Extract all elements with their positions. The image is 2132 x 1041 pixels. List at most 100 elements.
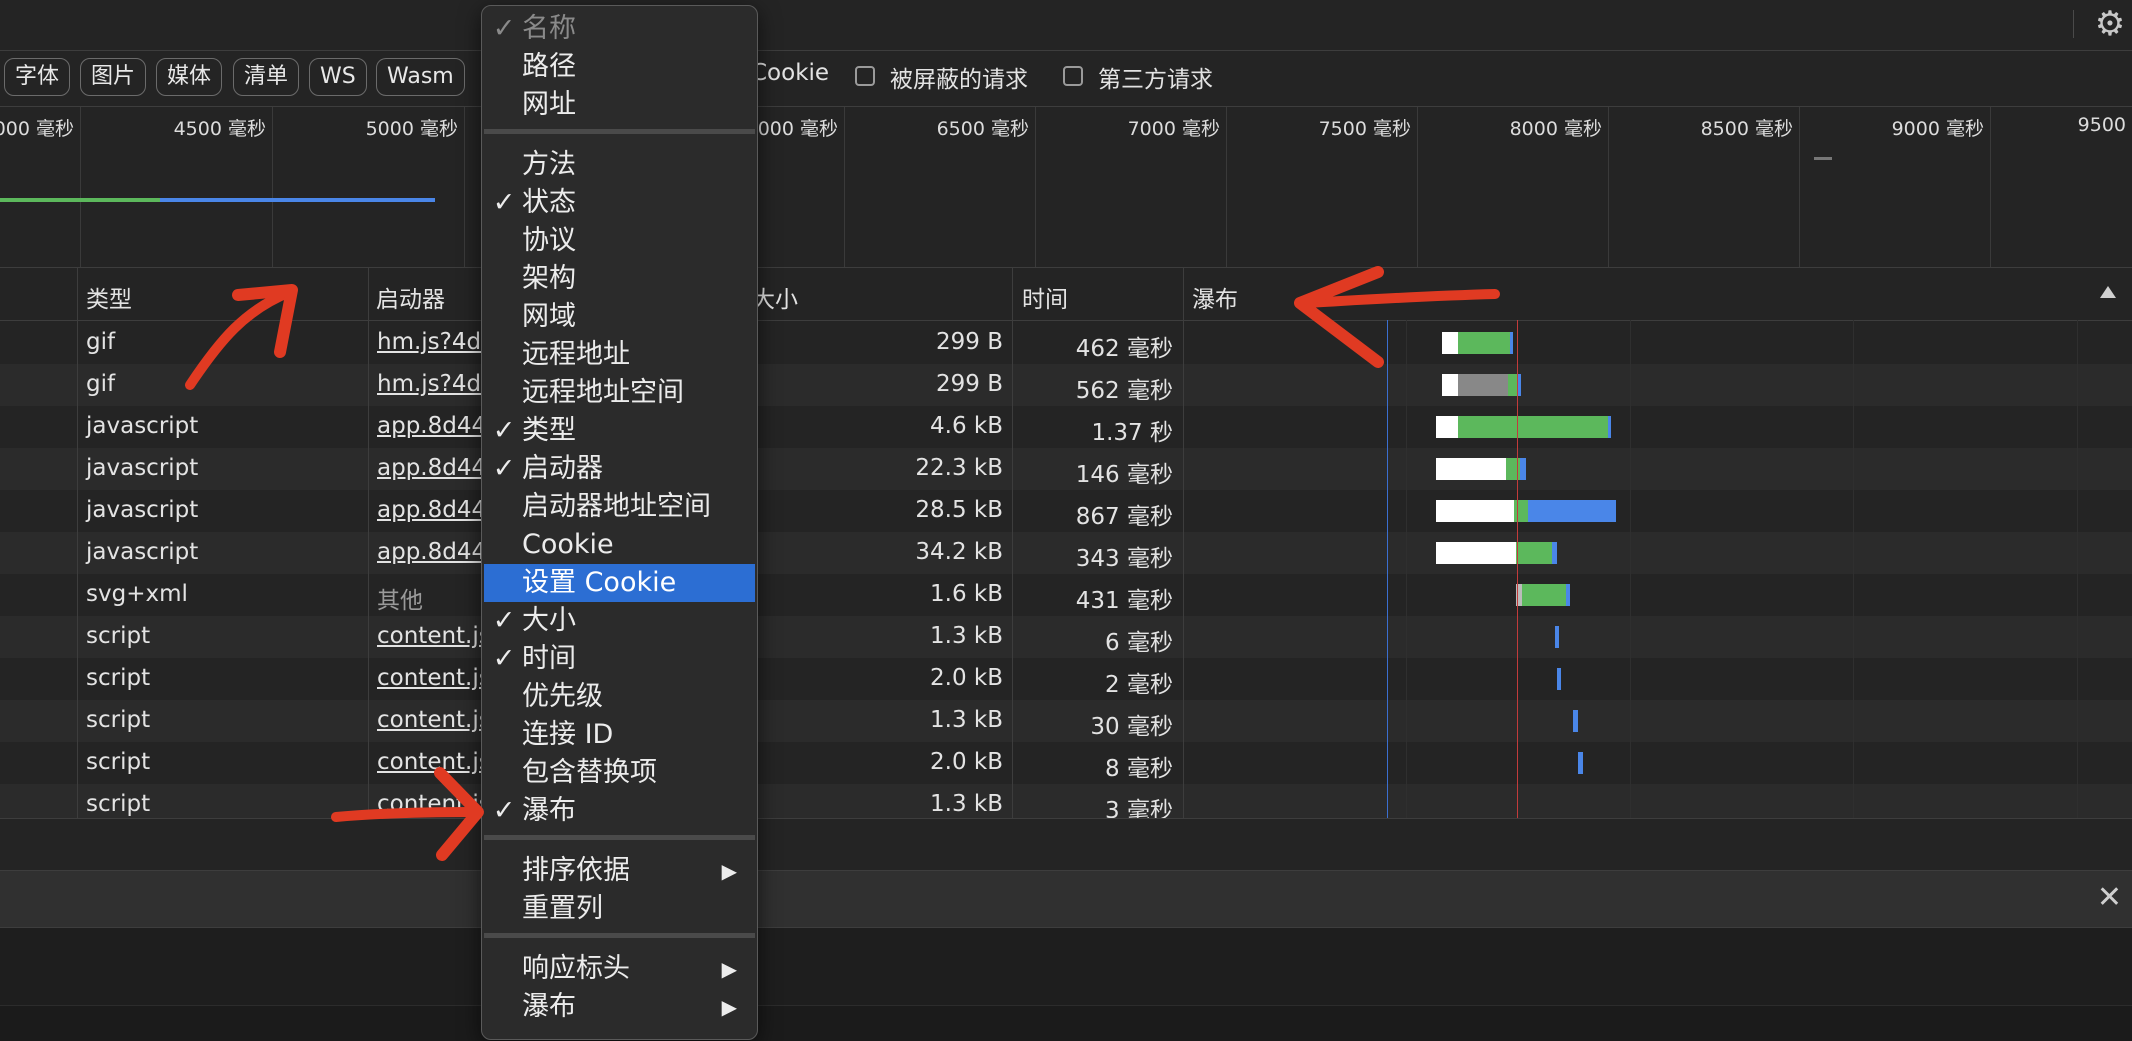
waterfall-grid-line <box>1406 320 1407 818</box>
size-cell: 299 B <box>936 371 1003 397</box>
menu-item[interactable]: ✓ 类型 <box>484 412 755 450</box>
menu-item[interactable]: ✓ 启动器 <box>484 450 755 488</box>
time-cell: 2 毫秒 <box>1105 672 1173 698</box>
time-cell: 343 毫秒 <box>1075 546 1173 572</box>
overview-tick-label: 4500 毫秒 <box>173 118 266 140</box>
menu-item[interactable]: 连接 ID <box>484 716 755 754</box>
menu-item-label: Cookie <box>522 529 614 560</box>
third-party-requests-checkbox[interactable] <box>1063 66 1083 86</box>
type-cell: javascript <box>86 539 199 565</box>
blocked-requests-checkbox[interactable] <box>855 66 875 86</box>
menu-item[interactable]: 启动器地址空间 <box>484 488 755 526</box>
menu-item[interactable]: ✓ 大小 <box>484 602 755 640</box>
initiator-link[interactable]: hm.js?4d <box>377 371 481 397</box>
initiator-link[interactable]: app.8d44 <box>377 455 486 481</box>
close-icon[interactable]: ✕ <box>2097 880 2122 915</box>
initiator-link[interactable]: app.8d44 <box>377 413 486 439</box>
waterfall-segment <box>1518 374 1521 396</box>
menu-item[interactable]: 包含替换项 <box>484 754 755 792</box>
menu-item[interactable]: 网址 <box>484 86 755 124</box>
menu-item[interactable]: 远程地址 <box>484 336 755 374</box>
triangle-right-icon: ▶ <box>721 995 737 1019</box>
column-header-waterfall[interactable]: 瀑布 <box>1192 280 1238 314</box>
overview-grid-line <box>272 107 273 267</box>
initiator-link[interactable]: app.8d44 <box>377 539 486 565</box>
waterfall-segment <box>1458 332 1510 354</box>
filter-chip[interactable]: 图片 <box>80 58 147 96</box>
menu-item[interactable]: 架构 <box>484 260 755 298</box>
size-cell: 4.6 kB <box>930 413 1003 439</box>
time-cell: 8 毫秒 <box>1105 756 1173 782</box>
menu-item[interactable]: 响应标头 ▶ <box>484 950 755 988</box>
menu-item-label: 远程地址空间 <box>522 377 684 408</box>
initiator-link[interactable]: app.8d44 <box>377 497 486 523</box>
size-cell: 28.5 kB <box>915 497 1003 523</box>
overview-tick-label: 000 毫秒 <box>0 118 74 140</box>
filter-chip[interactable]: 字体 <box>4 58 71 96</box>
menu-item[interactable]: Cookie <box>484 526 755 564</box>
overview-tick-label: 7000 毫秒 <box>1127 118 1220 140</box>
menu-item-label: 启动器 <box>522 453 603 484</box>
menu-item[interactable]: 排序依据 ▶ <box>484 852 755 890</box>
waterfall-segment <box>1573 710 1578 732</box>
overview-bar-green <box>0 198 160 202</box>
initiator-link[interactable]: content.js <box>377 707 491 733</box>
menu-item-label: 方法 <box>522 149 576 180</box>
menu-item[interactable]: 远程地址空间 <box>484 374 755 412</box>
column-header-initiator[interactable]: 启动器 <box>376 280 445 314</box>
initiator-link[interactable]: hm.js?4d <box>377 329 481 355</box>
menu-item[interactable]: ✓ 瀑布 <box>484 792 755 830</box>
menu-item[interactable]: 重置列 <box>484 890 755 928</box>
waterfall-segment <box>1436 542 1516 564</box>
checkmark-icon: ✓ <box>492 187 516 218</box>
waterfall-grid-line <box>1853 320 1854 818</box>
waterfall-segment <box>1442 332 1458 354</box>
time-cell: 431 毫秒 <box>1075 588 1173 614</box>
filter-chip[interactable]: 清单 <box>233 58 300 96</box>
filter-chip-cookie-partial[interactable]: Cookie <box>751 60 829 86</box>
menu-item[interactable]: 设置 Cookie <box>484 564 755 602</box>
initiator-link[interactable]: content.js <box>377 791 491 817</box>
menu-item[interactable]: ✓ 状态 <box>484 184 755 222</box>
initiator-link[interactable]: content.js <box>377 749 491 775</box>
menu-item: ✓ 名称 <box>484 10 755 48</box>
waterfall-grid-line <box>2077 320 2078 818</box>
menu-item[interactable]: 路径 <box>484 48 755 86</box>
checkmark-icon: ✓ <box>492 795 516 826</box>
time-cell: 30 毫秒 <box>1090 714 1173 740</box>
filter-chip[interactable]: 媒体 <box>156 58 223 96</box>
initiator-link[interactable]: content.js <box>377 623 491 649</box>
type-cell: script <box>86 707 151 733</box>
waterfall-segment <box>1436 500 1514 522</box>
column-header-time[interactable]: 时间 <box>1022 280 1068 314</box>
column-divider <box>1183 268 1184 818</box>
menu-item-label: 架构 <box>522 263 576 294</box>
initiator-link[interactable]: content.js <box>377 665 491 691</box>
column-header-type[interactable]: 类型 <box>86 280 132 314</box>
menu-item[interactable]: 方法 <box>484 146 755 184</box>
menu-item[interactable]: 瀑布 ▶ <box>484 988 755 1026</box>
menu-item[interactable]: 协议 <box>484 222 755 260</box>
gear-icon[interactable]: ⚙ <box>2092 6 2128 42</box>
overview-grid-line <box>844 107 845 267</box>
menu-item-label: 响应标头 <box>522 953 630 984</box>
overview-grid-line <box>1226 107 1227 267</box>
waterfall-segment <box>1528 500 1616 522</box>
overview-grid-line <box>1417 107 1418 267</box>
menu-item[interactable]: 优先级 <box>484 678 755 716</box>
menu-item[interactable]: 网域 <box>484 298 755 336</box>
toolbar-divider <box>2073 10 2074 38</box>
filter-chip[interactable]: WS <box>309 58 367 96</box>
column-divider <box>368 268 369 818</box>
load-event-line <box>1517 320 1518 818</box>
overview-tick-label: 5000 毫秒 <box>365 118 458 140</box>
menu-item-label: 时间 <box>522 643 576 674</box>
menu-item-label: 瀑布 <box>522 991 576 1022</box>
filter-chip[interactable]: Wasm <box>376 58 465 96</box>
waterfall-segment <box>1555 626 1559 648</box>
menu-item-label: 包含替换项 <box>522 757 657 788</box>
overview-tick-label: 7500 毫秒 <box>1318 118 1411 140</box>
column-header-size[interactable]: 大小 <box>752 280 798 314</box>
menu-item[interactable]: ✓ 时间 <box>484 640 755 678</box>
triangle-up-icon[interactable] <box>2100 286 2116 298</box>
